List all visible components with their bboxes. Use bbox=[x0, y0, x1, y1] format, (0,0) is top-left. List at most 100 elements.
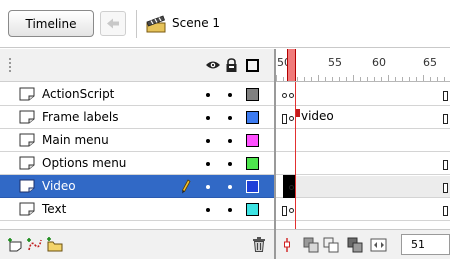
ruler-tick bbox=[332, 77, 333, 81]
outline-color-swatch[interactable] bbox=[246, 203, 259, 216]
drag-grip-icon[interactable] bbox=[9, 58, 13, 72]
ruler-tick bbox=[437, 77, 438, 81]
ruler-label: 65 bbox=[423, 56, 437, 69]
ruler-tick bbox=[297, 77, 298, 81]
lock-dot[interactable] bbox=[228, 93, 232, 97]
end-frame[interactable] bbox=[443, 206, 448, 216]
timeline-footer: 51 bbox=[276, 229, 450, 259]
ruler-tick bbox=[367, 77, 368, 81]
layer-name: Text bbox=[42, 202, 67, 216]
ruler-tick bbox=[346, 77, 347, 81]
outline-color-swatch[interactable] bbox=[246, 180, 259, 193]
layer-row-text[interactable]: Text bbox=[0, 198, 274, 221]
empty-keyframe[interactable] bbox=[289, 116, 294, 121]
end-frame[interactable] bbox=[282, 114, 287, 124]
empty-keyframe[interactable] bbox=[282, 93, 287, 98]
layer-icon bbox=[19, 133, 35, 147]
modify-onion-markers-icon[interactable] bbox=[370, 237, 388, 253]
layer-row-options-menu[interactable]: Options menu bbox=[0, 152, 274, 175]
trash-icon[interactable] bbox=[251, 236, 267, 253]
layer-icon bbox=[19, 202, 35, 216]
frame-label-text: video bbox=[301, 109, 334, 123]
visibility-dot[interactable] bbox=[206, 185, 210, 189]
lock-dot[interactable] bbox=[228, 162, 232, 166]
back-arrow-icon bbox=[107, 18, 119, 29]
frame-row[interactable] bbox=[276, 83, 450, 106]
layer-row-actionscript[interactable]: ActionScript bbox=[0, 83, 274, 106]
lock-dot[interactable] bbox=[228, 185, 232, 189]
frame-row[interactable] bbox=[276, 175, 450, 198]
ruler-tick bbox=[374, 77, 375, 81]
add-motion-guide-icon[interactable] bbox=[26, 236, 44, 253]
visibility-dot[interactable] bbox=[206, 208, 210, 212]
ruler-tick bbox=[409, 77, 410, 81]
visibility-dot[interactable] bbox=[206, 93, 210, 97]
add-folder-icon[interactable] bbox=[46, 236, 64, 253]
keyframe[interactable] bbox=[289, 185, 294, 190]
current-frame-value: 51 bbox=[411, 238, 425, 251]
lock-icon[interactable] bbox=[225, 58, 238, 73]
lock-dot[interactable] bbox=[228, 139, 232, 143]
layer-header bbox=[0, 49, 274, 82]
layer-row-frame-labels[interactable]: Frame labels bbox=[0, 106, 274, 129]
current-frame-field[interactable]: 51 bbox=[401, 234, 450, 255]
frame-grid[interactable]: video bbox=[276, 83, 450, 221]
lock-dot[interactable] bbox=[228, 116, 232, 120]
layer-row-video[interactable]: Video bbox=[0, 175, 274, 198]
frame-row[interactable] bbox=[276, 198, 450, 221]
ruler-tick bbox=[276, 75, 277, 81]
back-button[interactable] bbox=[100, 11, 126, 36]
frame-row[interactable]: video bbox=[276, 106, 450, 129]
layer-name: Options menu bbox=[42, 156, 127, 170]
frame-ruler[interactable]: 50 55 60 65 bbox=[276, 49, 450, 82]
ruler-tick bbox=[388, 75, 389, 81]
ruler-label: 60 bbox=[372, 56, 386, 69]
end-frame[interactable] bbox=[443, 183, 448, 193]
outline-color-swatch[interactable] bbox=[246, 134, 259, 147]
onion-skin-outlines-icon[interactable] bbox=[323, 237, 339, 253]
ruler-tick bbox=[339, 77, 340, 81]
layer-list: ActionScript Frame labels Main menu Opti… bbox=[0, 83, 274, 221]
ruler-label: 55 bbox=[328, 56, 342, 69]
layer-name: Video bbox=[42, 179, 76, 193]
layer-name: Main menu bbox=[42, 133, 109, 147]
outline-icon[interactable] bbox=[246, 59, 259, 72]
layer-name: ActionScript bbox=[42, 87, 115, 101]
end-frame[interactable] bbox=[282, 206, 287, 216]
end-frame[interactable] bbox=[443, 160, 448, 170]
add-layer-icon[interactable] bbox=[7, 236, 25, 253]
end-frame[interactable] bbox=[443, 114, 448, 124]
frame-row[interactable] bbox=[276, 152, 450, 175]
visibility-dot[interactable] bbox=[206, 139, 210, 143]
ruler-tick bbox=[311, 77, 312, 81]
layer-footer bbox=[0, 229, 274, 259]
edit-multiple-frames-icon[interactable] bbox=[347, 237, 363, 253]
visibility-dot[interactable] bbox=[206, 116, 210, 120]
lock-dot[interactable] bbox=[228, 208, 232, 212]
frame-row[interactable] bbox=[276, 129, 450, 152]
timeline-button[interactable]: Timeline bbox=[8, 10, 94, 37]
layer-name: Frame labels bbox=[42, 110, 119, 124]
visibility-dot[interactable] bbox=[206, 162, 210, 166]
ruler-tick bbox=[416, 77, 417, 81]
playhead[interactable] bbox=[287, 49, 296, 81]
center-frame-icon[interactable] bbox=[281, 237, 293, 253]
clapperboard-icon bbox=[146, 15, 166, 33]
scene-label[interactable]: Scene 1 bbox=[172, 16, 220, 30]
empty-keyframe[interactable] bbox=[289, 93, 294, 98]
end-frame[interactable] bbox=[443, 91, 448, 101]
ruler-tick bbox=[423, 75, 424, 81]
ruler-tick bbox=[430, 77, 431, 81]
outline-color-swatch[interactable] bbox=[246, 157, 259, 170]
layer-row-main-menu[interactable]: Main menu bbox=[0, 129, 274, 152]
layer-icon bbox=[19, 179, 35, 193]
layer-icon bbox=[19, 156, 35, 170]
ruler-tick bbox=[304, 77, 305, 81]
outline-color-swatch[interactable] bbox=[246, 88, 259, 101]
outline-color-swatch[interactable] bbox=[246, 111, 259, 124]
ruler-tick bbox=[283, 77, 284, 81]
eye-icon[interactable] bbox=[205, 59, 221, 71]
ruler-tick bbox=[402, 77, 403, 81]
empty-keyframe[interactable] bbox=[289, 208, 294, 213]
onion-skin-icon[interactable] bbox=[303, 237, 319, 253]
